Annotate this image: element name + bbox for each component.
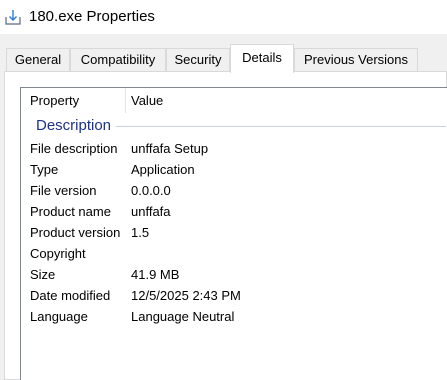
- list-item[interactable]: Size 41.9 MB: [21, 264, 446, 285]
- property-name: File description: [30, 141, 118, 156]
- column-header-property[interactable]: Property: [21, 88, 126, 113]
- column-header-value[interactable]: Value: [126, 88, 446, 113]
- property-name: Product name: [30, 204, 111, 219]
- tab-security[interactable]: Security: [166, 48, 230, 72]
- tab-strip: General Compatibility Security Details P…: [0, 44, 447, 73]
- tab-details[interactable]: Details: [230, 44, 294, 73]
- list-item[interactable]: Language Language Neutral: [21, 306, 446, 327]
- property-name: Type: [30, 162, 59, 177]
- title-bar: 180.exe Properties: [0, 0, 447, 34]
- property-name: Size: [30, 267, 56, 282]
- property-value: 41.9 MB: [131, 267, 180, 282]
- property-value: 1.5: [131, 225, 150, 240]
- list-item[interactable]: Copyright: [21, 243, 446, 264]
- group-divider: [116, 126, 446, 127]
- tab-compatibility[interactable]: Compatibility: [70, 48, 166, 72]
- tab-general[interactable]: General: [6, 48, 70, 72]
- group-heading-description: Description: [36, 117, 112, 134]
- property-value: Language Neutral: [131, 309, 235, 324]
- property-value: 0.0.0.0: [131, 183, 171, 198]
- property-value: unffafa Setup: [131, 141, 209, 156]
- tab-previous-versions[interactable]: Previous Versions: [294, 48, 418, 72]
- list-item[interactable]: File version 0.0.0.0: [21, 180, 446, 201]
- property-name: File version: [30, 183, 97, 198]
- property-name: Product version: [30, 225, 121, 240]
- list-item[interactable]: Type Application: [21, 159, 446, 180]
- property-value: unffafa: [131, 204, 171, 219]
- window-title: 180.exe Properties: [29, 8, 155, 25]
- list-item[interactable]: Date modified 12/5/2025 2:43 PM: [21, 285, 446, 306]
- list-item[interactable]: Product name unffafa: [21, 201, 446, 222]
- list-item[interactable]: Product version 1.5: [21, 222, 446, 243]
- property-name: Language: [30, 309, 88, 324]
- file-download-icon: [5, 10, 21, 25]
- list-item[interactable]: File description unffafa Setup: [21, 138, 446, 159]
- property-name: Date modified: [30, 288, 111, 303]
- details-list[interactable]: Property Value Description File descript…: [20, 87, 447, 380]
- property-value: Application: [131, 162, 195, 177]
- property-name: Copyright: [30, 246, 86, 261]
- property-value: 12/5/2025 2:43 PM: [131, 288, 241, 303]
